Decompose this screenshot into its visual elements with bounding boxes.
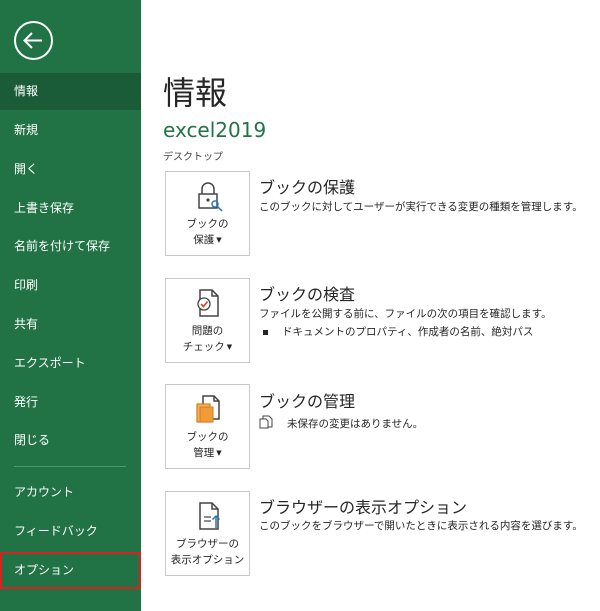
manage-button-line2: 管理: [193, 447, 215, 459]
inspect-bullet-text: ドキュメントのプロパティ、作成者の名前、絶対パス: [282, 326, 534, 338]
browser-view-options-button[interactable]: ブラウザーの 表示オプション: [165, 491, 250, 576]
nav-save[interactable]: 上書き保存: [0, 190, 141, 227]
bullet-icon: [263, 329, 268, 335]
chevron-down-icon: ▼: [226, 343, 233, 351]
back-button[interactable]: [14, 21, 53, 60]
browser-button-line2: 表示オプション: [170, 554, 245, 566]
protect-workbook-description: このブックに対してユーザーが実行できる変更の種類を管理します。: [259, 201, 583, 213]
manage-button-line1: ブックの: [186, 431, 229, 443]
chevron-down-icon: ▼: [216, 449, 222, 457]
manage-workbook-title: ブックの管理: [259, 392, 356, 411]
nav-publish[interactable]: 発行: [0, 384, 141, 421]
check-button-line2: チェック: [182, 341, 225, 353]
check-issues-button[interactable]: 問題の チェック ▼: [165, 278, 250, 363]
backstage-sidebar: 情報 新規 開く 上書き保存 名前を付けて保存 印刷 共有 エクスポート 発行 …: [0, 0, 141, 611]
manage-workbook-description: 未保存の変更はありません。: [287, 418, 424, 430]
browser-view-options-description: このブックをブラウザーで開いたときに表示される内容を選びます。: [259, 520, 583, 532]
workbook-location: デスクトップ: [163, 152, 223, 163]
nav-share[interactable]: 共有: [0, 306, 141, 343]
inspect-workbook-description: ファイルを公開する前に、ファイルの次の項目を確認します。: [259, 308, 552, 320]
protect-workbook-title: ブックの保護: [259, 178, 356, 197]
manage-workbook-button[interactable]: ブックの 管理 ▼: [165, 384, 250, 469]
inspect-workbook-title: ブックの検査: [259, 285, 356, 304]
page-title: 情報: [163, 74, 228, 112]
protect-workbook-button[interactable]: ブックの 保護 ▼: [165, 171, 250, 256]
nav-new[interactable]: 新規: [0, 112, 141, 149]
nav-save-as[interactable]: 名前を付けて保存: [0, 228, 141, 265]
workbook-name: excel2019: [163, 118, 267, 142]
lock-key-icon: [198, 182, 223, 212]
document-copy-icon: [259, 415, 273, 429]
nav-account[interactable]: アカウント: [0, 474, 141, 511]
nav-open[interactable]: 開く: [0, 151, 141, 188]
chevron-down-icon: ▼: [216, 236, 222, 244]
nav-options[interactable]: オプション: [0, 552, 141, 589]
protect-button-line1: ブックの: [186, 218, 229, 230]
nav-divider: [14, 466, 126, 467]
nav-close[interactable]: 閉じる: [0, 422, 141, 459]
nav-info[interactable]: 情報: [0, 73, 141, 110]
nav-export[interactable]: エクスポート: [0, 345, 141, 382]
document-stack-icon: [196, 395, 220, 423]
nav-feedback[interactable]: フィードバック: [0, 513, 141, 550]
check-button-line1: 問題の: [191, 325, 224, 337]
browser-view-options-title: ブラウザーの表示オプション: [259, 498, 468, 517]
info-pane: 情報 excel2019 デスクトップ ブックの 保護 ▼ ブックの保護 このブッ…: [141, 0, 600, 611]
browser-button-line1: ブラウザーの: [176, 538, 239, 550]
document-check-icon: [197, 289, 219, 317]
nav-print[interactable]: 印刷: [0, 267, 141, 304]
inspect-bullet-item: ドキュメントのプロパティ、作成者の名前、絶対パス: [263, 324, 533, 339]
document-upload-icon: [199, 502, 221, 530]
protect-button-line2: 保護: [193, 234, 215, 246]
back-arrow-icon: [23, 32, 42, 49]
